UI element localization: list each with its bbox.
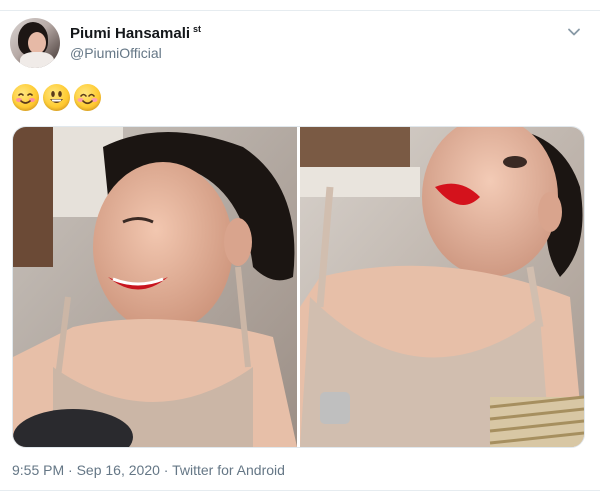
divider xyxy=(0,490,600,491)
chevron-down-icon[interactable] xyxy=(566,24,582,40)
author-block[interactable]: Piumi Hansamali st @PiumiOfficial xyxy=(70,24,201,61)
tweet-header: Piumi Hansamali st @PiumiOfficial xyxy=(10,18,590,68)
name-suffix: st xyxy=(193,24,202,34)
display-name[interactable]: Piumi Hansamali st xyxy=(70,24,201,42)
photo-1[interactable] xyxy=(13,127,297,447)
photo-2[interactable] xyxy=(300,127,584,447)
photo-icon xyxy=(13,127,297,447)
display-name-text[interactable]: Piumi Hansamali xyxy=(70,25,190,42)
tweet-source[interactable]: Twitter for Android xyxy=(172,462,285,478)
tweet-card: Piumi Hansamali st @PiumiOfficial 9:55 P… xyxy=(0,0,600,500)
divider xyxy=(0,0,600,11)
meta-separator: · xyxy=(68,462,73,478)
media-grid xyxy=(12,126,585,448)
smiling-eyes-emoji-icon xyxy=(74,84,101,111)
tweet-meta: 9:55 PM · Sep 16, 2020 · Twitter for And… xyxy=(12,462,285,478)
meta-separator: · xyxy=(163,462,169,478)
tweet-time[interactable]: 9:55 PM xyxy=(12,462,64,478)
photo-icon xyxy=(300,127,584,447)
avatar[interactable] xyxy=(10,18,60,68)
smiling-blushing-emoji-icon xyxy=(12,84,39,111)
tweet-date[interactable]: Sep 16, 2020 xyxy=(77,462,160,478)
grinning-emoji-icon xyxy=(43,84,70,111)
tweet-text xyxy=(12,84,101,114)
user-handle[interactable]: @PiumiOfficial xyxy=(70,45,201,61)
